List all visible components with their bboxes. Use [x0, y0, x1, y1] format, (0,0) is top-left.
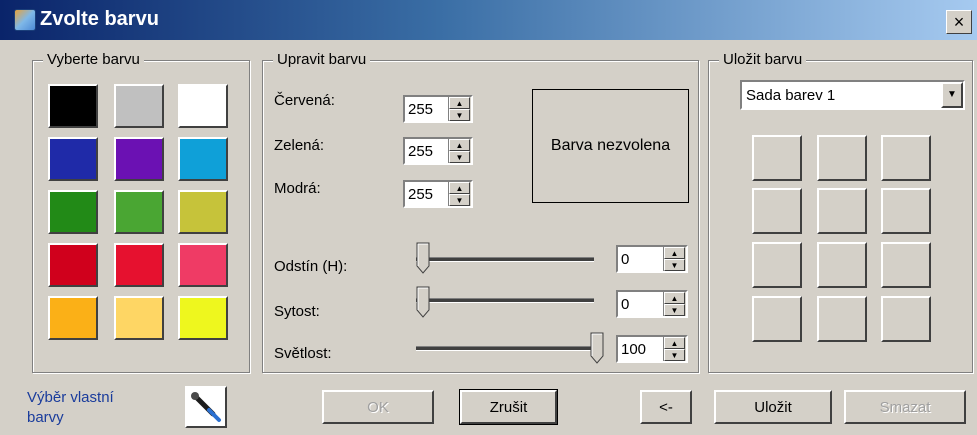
saved-color-slot[interactable]: [881, 135, 931, 181]
color-swatch[interactable]: [114, 84, 164, 128]
hue-slider-thumb[interactable]: [416, 242, 430, 274]
red-spinner[interactable]: 255 ▲ ▼: [403, 95, 473, 123]
lightness-slider-track[interactable]: [416, 346, 594, 351]
saturation-label: Sytost:: [274, 303, 320, 320]
custom-color-label-line1: Výběr vlastní: [27, 389, 114, 406]
saved-color-slot[interactable]: [817, 242, 867, 288]
color-swatch[interactable]: [48, 243, 98, 287]
saturation-down-icon[interactable]: ▼: [664, 304, 685, 316]
red-value: 255: [408, 101, 434, 118]
custom-color-label[interactable]: Výběr vlastní barvy: [27, 388, 114, 428]
custom-color-label-line2: barvy: [27, 409, 64, 426]
lightness-spinner[interactable]: 100 ▲ ▼: [616, 335, 688, 363]
save-button[interactable]: Uložit: [714, 390, 832, 424]
color-swatch[interactable]: [178, 243, 228, 287]
color-swatch[interactable]: [114, 190, 164, 234]
saved-color-slot[interactable]: [752, 135, 802, 181]
palette-select[interactable]: Sada barev 1 ▼: [740, 80, 965, 110]
chevron-down-icon[interactable]: ▼: [941, 82, 963, 108]
hue-down-icon[interactable]: ▼: [664, 259, 685, 271]
green-down-icon[interactable]: ▼: [449, 151, 470, 163]
saved-color-slot[interactable]: [752, 188, 802, 234]
saturation-slider-track[interactable]: [416, 298, 594, 303]
lightness-value: 100: [621, 341, 647, 358]
red-down-icon[interactable]: ▼: [449, 109, 470, 121]
lightness-up-icon[interactable]: ▲: [664, 337, 685, 349]
choose-color-legend: Vyberte barvu: [43, 51, 144, 68]
saturation-slider-thumb[interactable]: [416, 286, 430, 318]
saved-color-slot[interactable]: [881, 242, 931, 288]
hue-spinner[interactable]: 0 ▲ ▼: [616, 245, 688, 273]
blue-label: Modrá:: [274, 180, 321, 197]
save-color-legend: Uložit barvu: [719, 51, 807, 68]
color-swatch[interactable]: [48, 84, 98, 128]
eyedropper-button[interactable]: [185, 386, 227, 428]
cancel-button[interactable]: Zrušit: [459, 389, 558, 425]
lightness-slider-thumb[interactable]: [590, 332, 604, 364]
back-button[interactable]: <-: [640, 390, 692, 424]
delete-button[interactable]: Smazat: [844, 390, 966, 424]
hue-value: 0: [621, 251, 630, 268]
saturation-spinner[interactable]: 0 ▲ ▼: [616, 290, 688, 318]
close-icon[interactable]: ×: [946, 10, 972, 34]
green-label: Zelená:: [274, 137, 325, 154]
color-swatch[interactable]: [48, 190, 98, 234]
red-label: Červená:: [274, 92, 335, 109]
blue-up-icon[interactable]: ▲: [449, 182, 470, 194]
saved-color-slot[interactable]: [817, 188, 867, 234]
ok-button[interactable]: OK: [322, 390, 434, 424]
saved-color-slot[interactable]: [752, 296, 802, 342]
hue-slider-track[interactable]: [416, 257, 594, 262]
color-swatch[interactable]: [114, 296, 164, 340]
saved-color-slot[interactable]: [881, 188, 931, 234]
blue-value: 255: [408, 186, 434, 203]
green-up-icon[interactable]: ▲: [449, 139, 470, 151]
hue-up-icon[interactable]: ▲: [664, 247, 685, 259]
green-value: 255: [408, 143, 434, 160]
color-preview: Barva nezvolena: [532, 89, 689, 203]
green-spinner[interactable]: 255 ▲ ▼: [403, 137, 473, 165]
edit-color-legend: Upravit barvu: [273, 51, 371, 68]
saturation-value: 0: [621, 296, 630, 313]
lightness-down-icon[interactable]: ▼: [664, 349, 685, 361]
hue-label: Odstín (H):: [274, 258, 348, 275]
color-swatch[interactable]: [114, 137, 164, 181]
color-swatch[interactable]: [114, 243, 164, 287]
window-title: Zvolte barvu: [40, 8, 159, 30]
color-swatch[interactable]: [178, 137, 228, 181]
red-up-icon[interactable]: ▲: [449, 97, 470, 109]
color-swatch[interactable]: [178, 296, 228, 340]
color-swatch[interactable]: [48, 137, 98, 181]
blue-spinner[interactable]: 255 ▲ ▼: [403, 180, 473, 208]
blue-down-icon[interactable]: ▼: [449, 194, 470, 206]
color-swatch[interactable]: [178, 84, 228, 128]
lightness-label: Světlost:: [274, 345, 332, 362]
saved-color-slot[interactable]: [752, 242, 802, 288]
eyedropper-icon: [191, 392, 221, 422]
color-swatch[interactable]: [48, 296, 98, 340]
saved-color-slot[interactable]: [817, 296, 867, 342]
color-dialog: Zvolte barvu × Vyberte barvu Výběr vlast…: [0, 0, 977, 435]
color-picker-app-icon: [14, 9, 36, 31]
saved-color-slot[interactable]: [817, 135, 867, 181]
color-swatch[interactable]: [178, 190, 228, 234]
palette-select-value: Sada barev 1: [746, 87, 836, 104]
saved-color-slot[interactable]: [881, 296, 931, 342]
saturation-up-icon[interactable]: ▲: [664, 292, 685, 304]
title-bar: Zvolte barvu ×: [0, 0, 977, 40]
